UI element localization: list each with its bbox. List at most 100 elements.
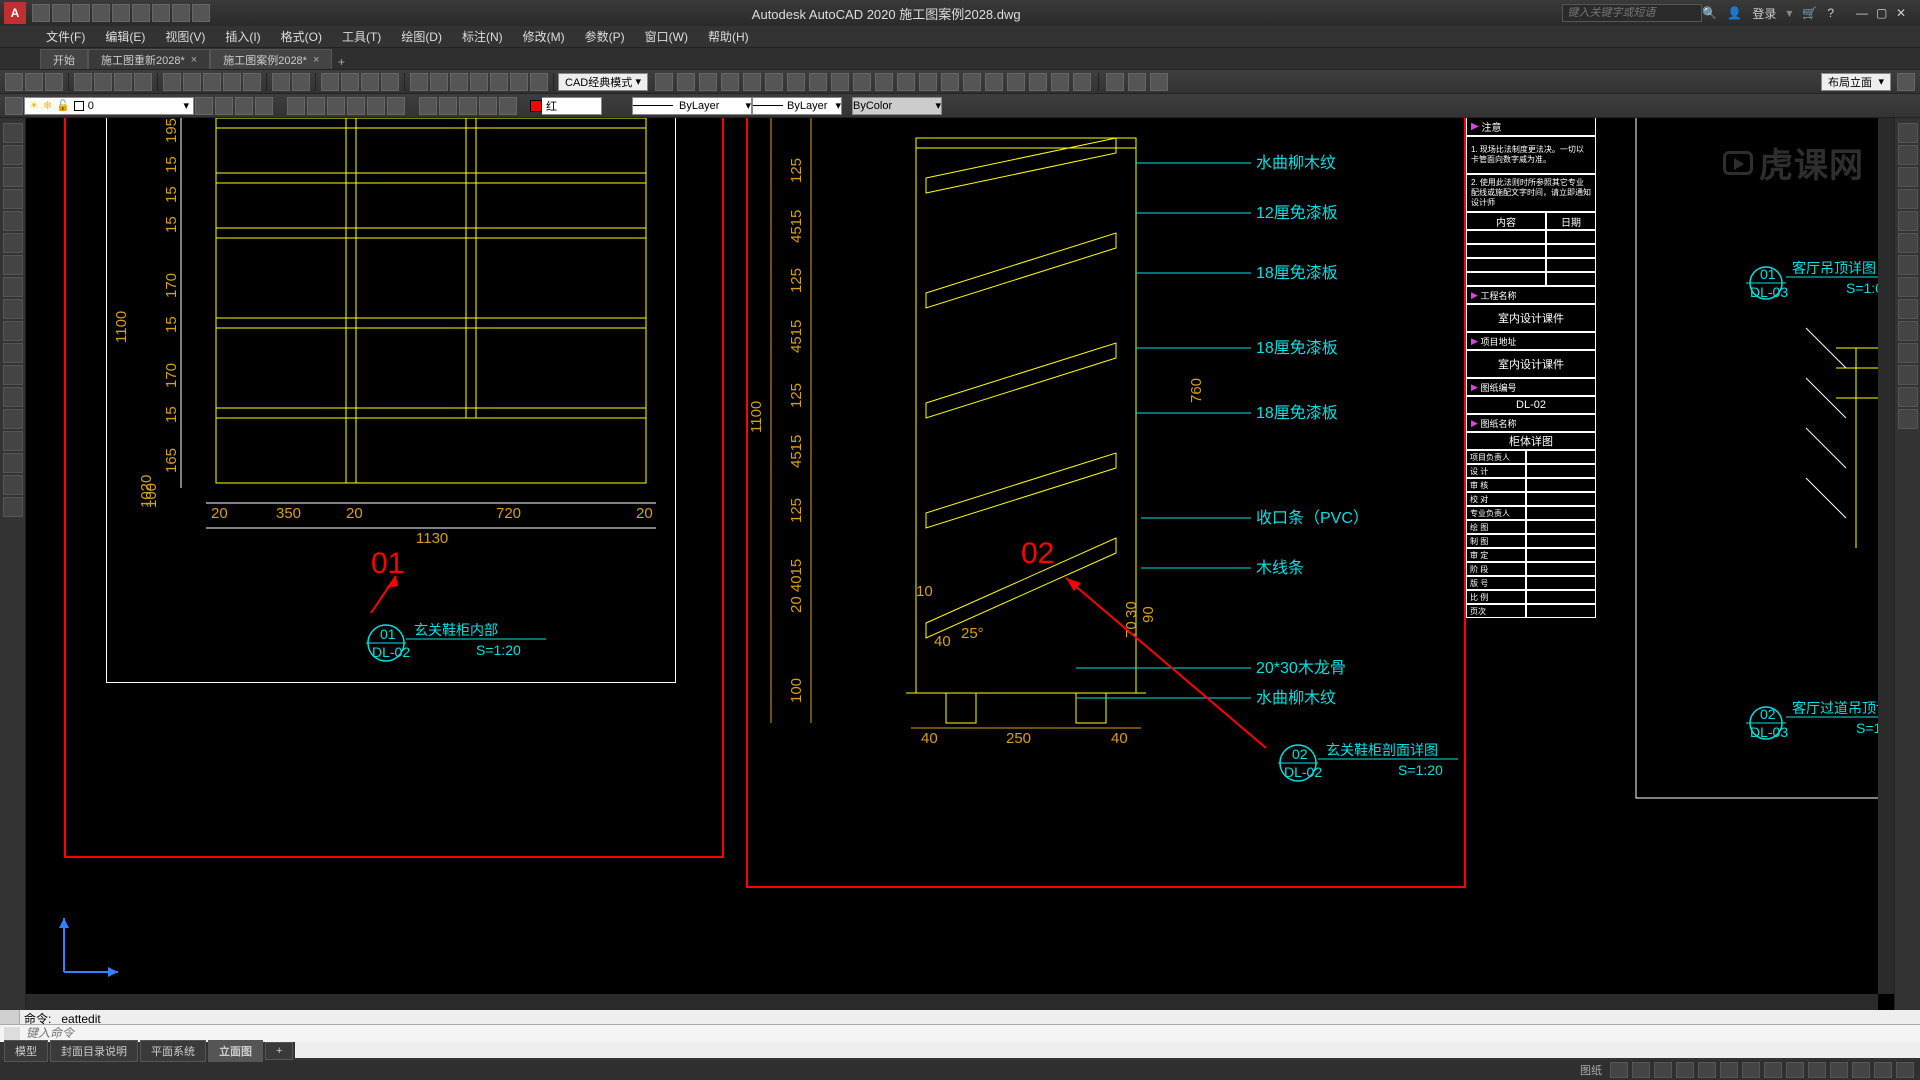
mod-tool-icon[interactable] xyxy=(1150,73,1168,91)
status-icon[interactable] xyxy=(1852,1062,1870,1078)
command-prompt-icon[interactable] xyxy=(4,1027,20,1041)
layout-tab[interactable]: 立面图 xyxy=(208,1040,263,1062)
rect-icon[interactable] xyxy=(3,211,23,231)
status-icon[interactable] xyxy=(1610,1062,1628,1078)
tool-icon[interactable] xyxy=(510,73,528,91)
stretch-icon[interactable] xyxy=(1898,365,1918,385)
dim-tool-icon[interactable] xyxy=(919,73,937,91)
status-icon[interactable] xyxy=(1896,1062,1914,1078)
copy-icon[interactable] xyxy=(183,73,201,91)
tool-icon[interactable] xyxy=(530,73,548,91)
scrollbar-vertical[interactable] xyxy=(1878,118,1894,994)
dim-tool-icon[interactable] xyxy=(677,73,695,91)
redo-icon[interactable] xyxy=(292,73,310,91)
status-icon[interactable] xyxy=(1698,1062,1716,1078)
tool-icon[interactable] xyxy=(3,431,23,451)
dim-tool-icon[interactable] xyxy=(941,73,959,91)
publish-icon[interactable] xyxy=(114,73,132,91)
status-icon[interactable] xyxy=(1874,1062,1892,1078)
layer-manager-icon[interactable] xyxy=(5,97,23,115)
minimize-icon[interactable]: — xyxy=(1856,6,1870,20)
pan-icon[interactable] xyxy=(321,73,339,91)
layout-tab[interactable]: 平面系统 xyxy=(140,1040,206,1062)
tab-start[interactable]: 开始 xyxy=(40,49,88,69)
dim-tool-icon[interactable] xyxy=(787,73,805,91)
dim-tool-icon[interactable] xyxy=(721,73,739,91)
layer-tool-icon[interactable] xyxy=(347,97,365,115)
tool-icon[interactable] xyxy=(1897,73,1915,91)
dim-tool-icon[interactable] xyxy=(1029,73,1047,91)
layer-tool-icon[interactable] xyxy=(255,97,273,115)
dim-tool-icon[interactable] xyxy=(897,73,915,91)
pline-icon[interactable] xyxy=(3,145,23,165)
layer-tool-icon[interactable] xyxy=(195,97,213,115)
tool-icon[interactable] xyxy=(3,453,23,473)
tool-icon[interactable] xyxy=(450,73,468,91)
menu-view[interactable]: 视图(V) xyxy=(157,26,213,47)
layer-tool-icon[interactable] xyxy=(307,97,325,115)
arc-icon[interactable] xyxy=(3,189,23,209)
rotate-icon[interactable] xyxy=(1898,167,1918,187)
dim-tool-icon[interactable] xyxy=(875,73,893,91)
erase-icon[interactable] xyxy=(1898,387,1918,407)
status-icon[interactable] xyxy=(1720,1062,1738,1078)
mod-tool-icon[interactable] xyxy=(1106,73,1124,91)
tool-icon[interactable] xyxy=(134,73,152,91)
layer-tool-icon[interactable] xyxy=(439,97,457,115)
login-label[interactable]: 登录 xyxy=(1752,5,1776,22)
status-icon[interactable] xyxy=(1654,1062,1672,1078)
status-icon[interactable] xyxy=(1676,1062,1694,1078)
dim-tool-icon[interactable] xyxy=(853,73,871,91)
zoom-icon[interactable] xyxy=(341,73,359,91)
circle-icon[interactable] xyxy=(3,167,23,187)
dim-tool-icon[interactable] xyxy=(743,73,761,91)
layout-tab[interactable]: 封面目录说明 xyxy=(50,1040,138,1062)
plot-preview-icon[interactable] xyxy=(94,73,112,91)
qat-icon[interactable] xyxy=(32,4,50,22)
qat-icon[interactable] xyxy=(112,4,130,22)
dim-tool-icon[interactable] xyxy=(1051,73,1069,91)
plotstyle-combo[interactable]: ByColor▾ xyxy=(852,97,942,115)
table-icon[interactable] xyxy=(3,343,23,363)
menu-parametric[interactable]: 参数(P) xyxy=(577,26,633,47)
tool-icon[interactable] xyxy=(490,73,508,91)
zoom-prev-icon[interactable] xyxy=(381,73,399,91)
dim-tool-icon[interactable] xyxy=(655,73,673,91)
linetype-combo[interactable]: ByLayer▾ xyxy=(632,97,752,115)
copy-icon[interactable] xyxy=(1898,145,1918,165)
close-icon[interactable]: ✕ xyxy=(1896,6,1910,20)
qat-icon[interactable] xyxy=(72,4,90,22)
hatch-icon[interactable] xyxy=(3,277,23,297)
dim-tool-icon[interactable] xyxy=(765,73,783,91)
search-icon[interactable]: 🔍 xyxy=(1702,6,1717,20)
qat-icon[interactable] xyxy=(92,4,110,22)
save-icon[interactable] xyxy=(45,73,63,91)
tool-icon[interactable] xyxy=(470,73,488,91)
layer-tool-icon[interactable] xyxy=(327,97,345,115)
layer-tool-icon[interactable] xyxy=(459,97,477,115)
move-icon[interactable] xyxy=(1898,123,1918,143)
dim-tool-icon[interactable] xyxy=(831,73,849,91)
chamfer-icon[interactable] xyxy=(1898,321,1918,341)
status-icon[interactable] xyxy=(1830,1062,1848,1078)
tool-icon[interactable] xyxy=(3,475,23,495)
line-icon[interactable] xyxy=(3,123,23,143)
menu-insert[interactable]: 插入(I) xyxy=(217,26,268,47)
layer-tool-icon[interactable] xyxy=(479,97,497,115)
dim-tool-icon[interactable] xyxy=(963,73,981,91)
zoom-window-icon[interactable] xyxy=(361,73,379,91)
ellipse-icon[interactable] xyxy=(3,233,23,253)
layer-tool-icon[interactable] xyxy=(235,97,253,115)
tab-doc[interactable]: 施工图案例2028*× xyxy=(210,49,332,69)
menu-edit[interactable]: 编辑(E) xyxy=(97,26,153,47)
extend-icon[interactable] xyxy=(1898,277,1918,297)
menu-tools[interactable]: 工具(T) xyxy=(334,26,389,47)
tool-icon[interactable] xyxy=(243,73,261,91)
point-icon[interactable] xyxy=(3,299,23,319)
dim-tool-icon[interactable] xyxy=(699,73,717,91)
layer-tool-icon[interactable] xyxy=(367,97,385,115)
qat-icon[interactable] xyxy=(172,4,190,22)
dim-tool-icon[interactable] xyxy=(985,73,1003,91)
cut-icon[interactable] xyxy=(163,73,181,91)
qat-icon[interactable] xyxy=(152,4,170,22)
